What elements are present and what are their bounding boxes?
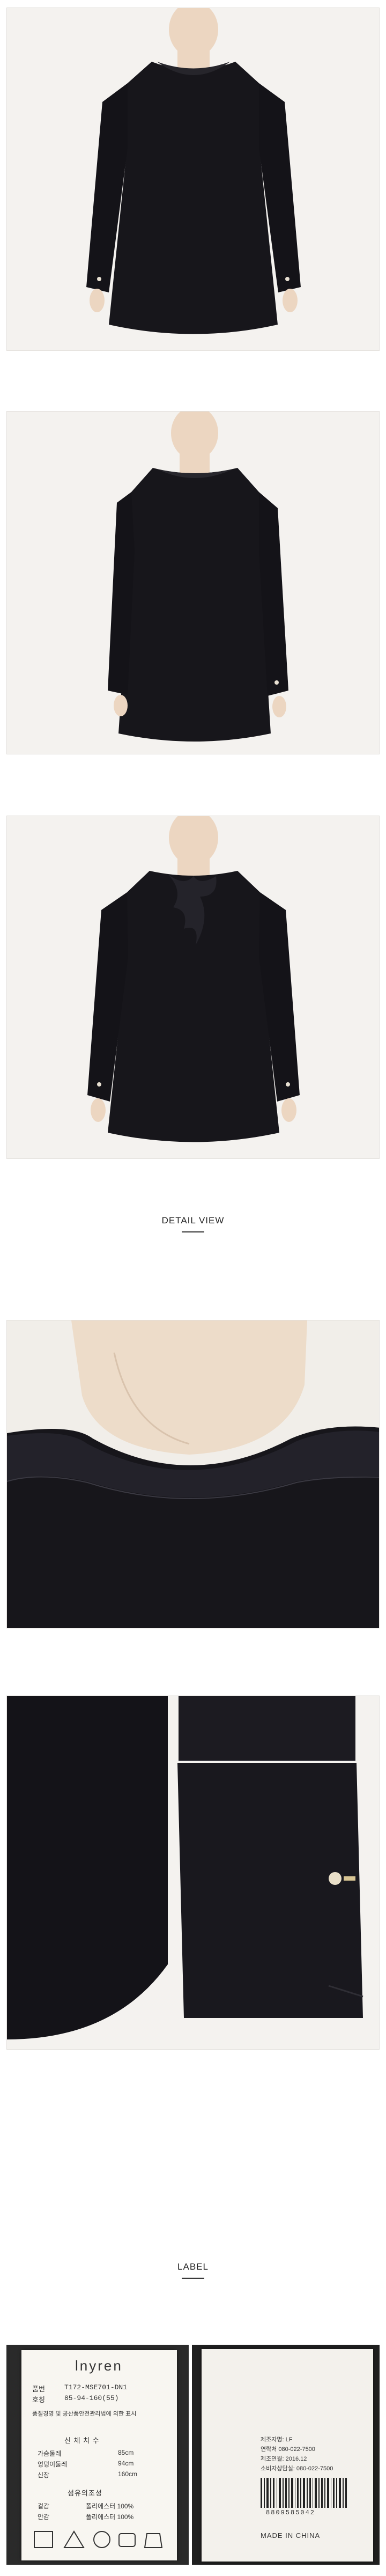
product-photo-front bbox=[6, 8, 380, 351]
size-value: 94cm bbox=[118, 2460, 134, 2467]
detail-photo-sleeve bbox=[6, 1696, 380, 2050]
brand-name: lnyren bbox=[75, 2358, 123, 2374]
dress-front-illustration bbox=[86, 8, 301, 334]
product-photo-back bbox=[6, 816, 380, 1159]
detail-view-divider bbox=[182, 1231, 204, 1232]
size-key: 가슴둘레 bbox=[38, 2450, 62, 2457]
info-line: 연락처 080-022-7500 bbox=[261, 2446, 315, 2453]
care-symbols bbox=[34, 2530, 163, 2548]
dress-side-illustration bbox=[108, 412, 288, 742]
size-key: 신장 bbox=[38, 2471, 50, 2479]
size-header: 신 체 치 수 bbox=[64, 2436, 100, 2445]
fiber-value: 폴리에스터 100% bbox=[86, 2513, 134, 2521]
fiber-key: 겉감 bbox=[38, 2502, 50, 2510]
label-divider bbox=[182, 2278, 204, 2279]
made-in-label: MADE IN CHINA bbox=[261, 2531, 321, 2540]
tag-row-value: 85-94-160(55) bbox=[64, 2394, 119, 2402]
detail-view-heading: DETAIL VIEW bbox=[161, 1215, 225, 1225]
tag-row-value: T172-MSE701-DN1 bbox=[64, 2383, 128, 2391]
fiber-key: 안감 bbox=[38, 2513, 50, 2521]
product-photo-side bbox=[6, 411, 380, 754]
tag-row-key: 품번 bbox=[32, 2386, 45, 2394]
collar-detail-illustration bbox=[7, 1320, 379, 1628]
fiber-value: 폴리에스터 100% bbox=[86, 2502, 134, 2510]
barcode-number: 8809585042 bbox=[266, 2509, 316, 2516]
info-line: 제조자명: LF bbox=[261, 2436, 293, 2443]
care-tag-card: lnyren 품번 T172-MSE701-DN1 호칭 85-94-160(5… bbox=[21, 2350, 177, 2560]
label-heading: LABEL bbox=[177, 2262, 209, 2272]
dress-back-illustration bbox=[87, 816, 300, 1142]
care-note: 품질경영 및 공산품안전관리법에 의한 표시 bbox=[32, 2411, 137, 2417]
label-tag-front: lnyren 품번 T172-MSE701-DN1 호칭 85-94-160(5… bbox=[6, 2345, 189, 2565]
label-tag-back: 제조자명: LF 연락처 080-022-7500 제조연월: 2016.12 … bbox=[192, 2345, 380, 2565]
info-line: 제조연월: 2016.12 bbox=[261, 2456, 307, 2462]
size-key: 엉덩이둘레 bbox=[38, 2461, 68, 2468]
info-line: 소비자상담실: 080-022-7500 bbox=[261, 2465, 333, 2472]
sleeve-detail-illustration bbox=[7, 1696, 379, 2049]
tag-row-key: 호칭 bbox=[32, 2396, 45, 2404]
fiber-header: 섬유의조성 bbox=[68, 2489, 102, 2497]
size-value: 160cm bbox=[118, 2470, 138, 2478]
detail-photo-collar bbox=[6, 1320, 380, 1628]
info-tag-card: 제조자명: LF 연락처 080-022-7500 제조연월: 2016.12 … bbox=[202, 2349, 373, 2562]
size-value: 85cm bbox=[118, 2449, 134, 2456]
label-photos: lnyren 품번 T172-MSE701-DN1 호칭 85-94-160(5… bbox=[6, 2345, 380, 2565]
